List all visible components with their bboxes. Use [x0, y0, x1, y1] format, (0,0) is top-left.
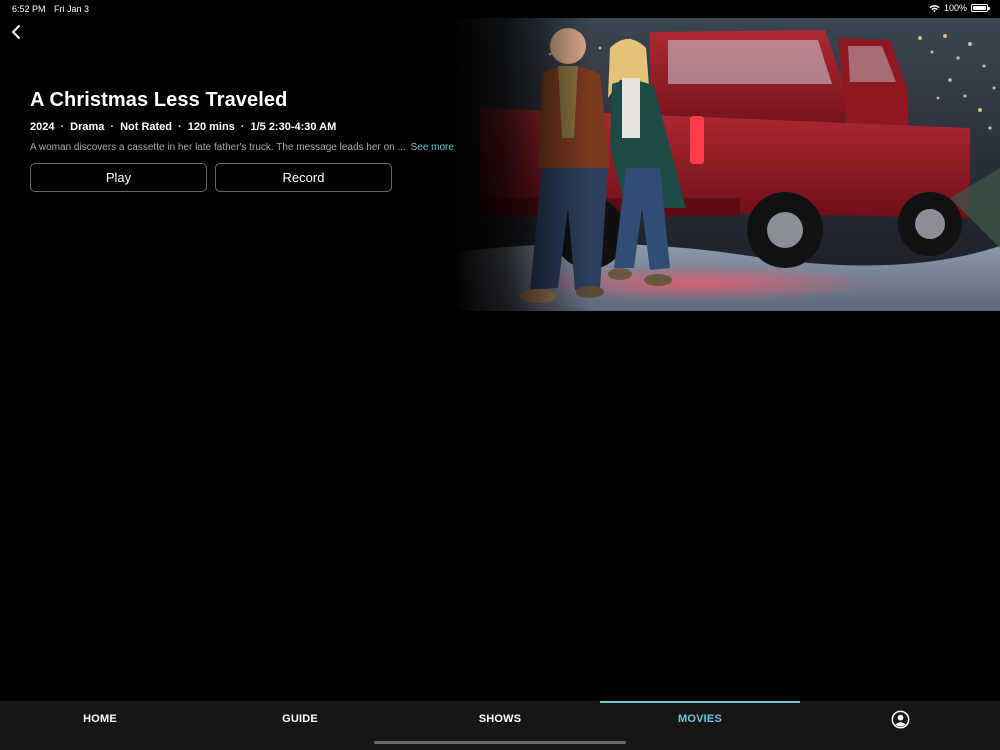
profile-icon	[891, 710, 909, 728]
meta-separator: ·	[240, 121, 245, 133]
movie-year: 2024	[30, 121, 55, 133]
movie-synopsis: A woman discovers a cassette in her late…	[30, 142, 500, 153]
movie-rating: Not Rated	[120, 121, 173, 133]
tab-guide-label: GUIDE	[282, 713, 318, 725]
play-button[interactable]: Play	[30, 163, 207, 192]
home-indicator	[374, 741, 626, 744]
hero-artwork	[450, 18, 1000, 311]
wifi-icon	[929, 4, 940, 12]
movie-detail-screen: 6:52 PM Fri Jan 3 100% A Christmas Less …	[0, 0, 1000, 750]
status-time: 6:52 PM	[12, 4, 46, 14]
movie-genre: Drama	[70, 121, 105, 133]
tab-movies-label: MOVIES	[678, 713, 722, 725]
tab-home-label: HOME	[83, 713, 117, 725]
meta-separator: ·	[60, 121, 65, 133]
back-button[interactable]	[6, 22, 26, 42]
status-bar: 6:52 PM Fri Jan 3 100%	[0, 0, 1000, 18]
tab-shows-label: SHOWS	[478, 713, 522, 725]
status-indicators: 100%	[929, 3, 990, 13]
action-buttons: Play Record	[30, 163, 500, 192]
meta-separator: ·	[178, 121, 182, 133]
tab-guide[interactable]: GUIDE	[200, 701, 400, 737]
tab-profile[interactable]	[800, 701, 1000, 737]
movie-airtime: 1/5 2:30-4:30 AM	[250, 121, 337, 133]
synopsis-text: A woman discovers a cassette in her late…	[30, 142, 406, 153]
movie-details: A Christmas Less Traveled 2024 · Drama ·…	[30, 88, 500, 192]
hero-artwork-illustration	[450, 18, 1000, 311]
chevron-left-icon	[12, 25, 20, 39]
meta-separator: ·	[110, 121, 115, 133]
tab-home[interactable]: HOME	[0, 701, 200, 737]
movie-title: A Christmas Less Traveled	[30, 89, 288, 111]
battery-icon	[971, 4, 990, 12]
movie-meta: 2024 · Drama · Not Rated · 120 mins · 1/…	[30, 121, 500, 133]
status-date: Fri Jan 3	[54, 4, 90, 14]
tab-shows[interactable]: SHOWS	[400, 701, 600, 737]
see-more-link[interactable]: See more	[411, 142, 454, 153]
movie-duration: 120 mins	[187, 121, 235, 133]
battery-percent: 100%	[943, 3, 967, 13]
record-button[interactable]: Record	[215, 163, 392, 192]
tab-movies[interactable]: MOVIES	[600, 701, 800, 737]
